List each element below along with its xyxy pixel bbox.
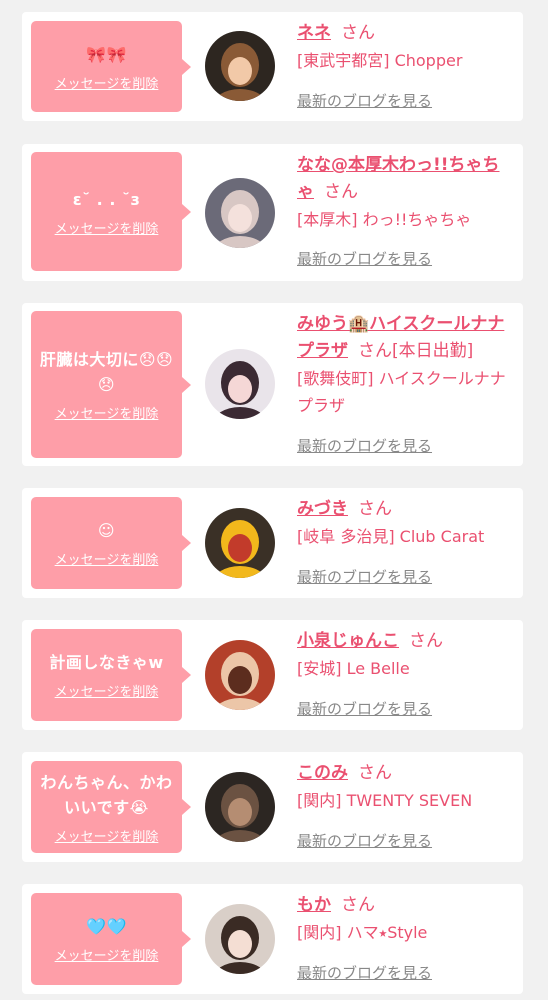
- profile-name-link[interactable]: ネネ: [297, 23, 331, 43]
- message-card: ☺︎ メッセージを削除 みづき さん [岐阜 多治見] Club Carat 最新…: [22, 488, 523, 598]
- profile-info: もか さん [関内] ハマ⭑Style: [297, 892, 515, 946]
- profile-info: みづき さん [岐阜 多治見] Club Carat: [297, 496, 515, 550]
- delete-message-link[interactable]: メッセージを削除: [55, 945, 159, 964]
- shop-name: [関内] ハマ⭑Style: [297, 923, 428, 942]
- avatar-photo: [205, 640, 275, 710]
- avatar[interactable]: [205, 178, 275, 248]
- profile-name-link[interactable]: 小泉じゅんこ: [297, 631, 399, 651]
- avatar-photo: [205, 31, 275, 101]
- message-card: ε˘ . . ˘з メッセージを削除 なな@本厚木わっ!!ちゃちゃ さん [本厚木…: [22, 144, 523, 281]
- message-text: 肝臓は大切に😞😞😞: [39, 350, 174, 394]
- honorific: さん: [409, 631, 443, 651]
- message-bubble: 🩵🩵 メッセージを削除: [31, 893, 191, 985]
- message-list: 🎀🎀 メッセージを削除 ネネ さん [東武宇都宮] Chopper 最新のブログを…: [0, 0, 548, 1000]
- delete-message-link[interactable]: メッセージを削除: [55, 73, 159, 92]
- profile-info: 小泉じゅんこ さん [安城] Le Belle: [297, 628, 515, 682]
- avatar[interactable]: [205, 772, 275, 842]
- avatar[interactable]: [205, 508, 275, 578]
- delete-message-link[interactable]: メッセージを削除: [55, 403, 159, 422]
- honorific: さん: [358, 341, 392, 361]
- avatar[interactable]: [205, 31, 275, 101]
- avatar-photo: [205, 178, 275, 248]
- profile-name-link[interactable]: もか: [297, 895, 331, 915]
- profile-name-link[interactable]: みづき: [297, 499, 348, 519]
- message-card: 計画しなきゃw メッセージを削除 小泉じゅんこ さん [安城] Le Belle …: [22, 620, 523, 730]
- latest-blog-link[interactable]: 最新のブログを見る: [297, 962, 432, 983]
- avatar[interactable]: [205, 349, 275, 419]
- shop-name: [安城] Le Belle: [297, 659, 410, 678]
- message-card: 🎀🎀 メッセージを削除 ネネ さん [東武宇都宮] Chopper 最新のブログを…: [22, 12, 523, 121]
- honorific: さん: [341, 23, 375, 43]
- avatar-photo: [205, 772, 275, 842]
- profile-info: ネネ さん [東武宇都宮] Chopper: [297, 20, 515, 74]
- latest-blog-link[interactable]: 最新のブログを見る: [297, 90, 432, 111]
- delete-message-link[interactable]: メッセージを削除: [55, 826, 159, 845]
- shop-name: [本厚木] わっ!!ちゃちゃ: [297, 210, 472, 229]
- message-text: ε˘ . . ˘з: [72, 189, 141, 209]
- avatar[interactable]: [205, 904, 275, 974]
- profile-info: このみ さん [関内] TWENTY SEVEN: [297, 760, 515, 814]
- message-bubble: 計画しなきゃw メッセージを削除: [31, 629, 191, 721]
- profile-name-link[interactable]: このみ: [297, 763, 348, 783]
- delete-message-link[interactable]: メッセージを削除: [55, 681, 159, 700]
- honorific: さん: [324, 182, 358, 202]
- shop-name: [東武宇都宮] Chopper: [297, 51, 463, 70]
- attendance-status: [本日出勤]: [392, 341, 474, 361]
- honorific: さん: [358, 763, 392, 783]
- message-bubble: わんちゃん、かわいいです😭 メッセージを削除: [31, 761, 191, 853]
- message-bubble: ε˘ . . ˘з メッセージを削除: [31, 152, 191, 271]
- profile-info: なな@本厚木わっ!!ちゃちゃ さん [本厚木] わっ!!ちゃちゃ: [297, 152, 515, 233]
- avatar-photo: [205, 349, 275, 419]
- delete-message-link[interactable]: メッセージを削除: [55, 218, 159, 237]
- message-card: 🩵🩵 メッセージを削除 もか さん [関内] ハマ⭑Style 最新のブログを見る: [22, 884, 523, 994]
- message-card: わんちゃん、かわいいです😭 メッセージを削除 このみ さん [関内] TWENTY…: [22, 752, 523, 862]
- delete-message-link[interactable]: メッセージを削除: [55, 549, 159, 568]
- avatar-photo: [205, 508, 275, 578]
- message-card: 肝臓は大切に😞😞😞 メッセージを削除 みゆう🏨ハイスクールナナプラザ さん[本日出…: [22, 303, 523, 466]
- latest-blog-link[interactable]: 最新のブログを見る: [297, 248, 432, 269]
- latest-blog-link[interactable]: 最新のブログを見る: [297, 698, 432, 719]
- message-text: 計画しなきゃw: [49, 653, 164, 672]
- shop-name: [関内] TWENTY SEVEN: [297, 791, 473, 810]
- shop-name: [歌舞伎町] ハイスクールナナプラザ: [297, 369, 506, 415]
- latest-blog-link[interactable]: 最新のブログを見る: [297, 435, 432, 456]
- latest-blog-link[interactable]: 最新のブログを見る: [297, 830, 432, 851]
- message-text: 🎀🎀: [86, 44, 127, 64]
- message-text: わんちゃん、かわいいです😭: [40, 772, 173, 817]
- latest-blog-link[interactable]: 最新のブログを見る: [297, 566, 432, 587]
- avatar[interactable]: [205, 640, 275, 710]
- shop-name: [岐阜 多治見] Club Carat: [297, 527, 485, 546]
- avatar-photo: [205, 904, 275, 974]
- message-bubble: ☺︎ メッセージを削除: [31, 497, 191, 589]
- message-bubble: 🎀🎀 メッセージを削除: [31, 21, 191, 112]
- message-text: 🩵🩵: [86, 917, 127, 936]
- honorific: さん: [341, 895, 375, 915]
- profile-info: みゆう🏨ハイスクールナナプラザ さん[本日出勤] [歌舞伎町] ハイスクールナナプ…: [297, 311, 515, 419]
- message-bubble: 肝臓は大切に😞😞😞 メッセージを削除: [31, 311, 191, 458]
- message-text: ☺︎: [97, 521, 116, 540]
- honorific: さん: [358, 499, 392, 519]
